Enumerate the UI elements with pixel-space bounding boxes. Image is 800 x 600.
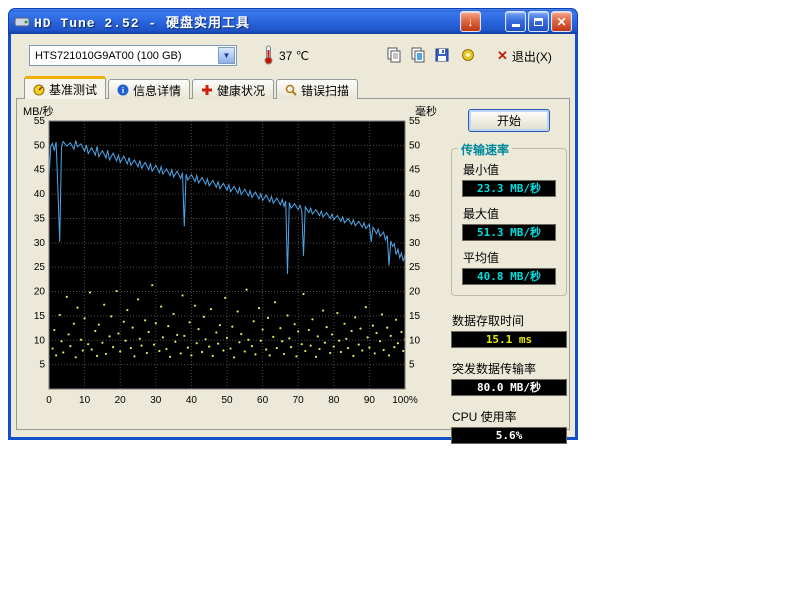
benchmark-chart-svg: 5555505045454040353530302525202015151010…	[21, 105, 439, 415]
svg-text:20: 20	[34, 287, 46, 298]
close-button[interactable]: ✕	[551, 11, 572, 32]
tab-bar: 基准测试 i 信息详情 健康状况 错误扫描	[24, 76, 575, 99]
min-label: 最小值	[463, 161, 556, 178]
cpu-usage-value: 5.6%	[451, 427, 567, 444]
max-value: 51.3 MB/秒	[462, 224, 556, 241]
svg-text:45: 45	[34, 165, 46, 176]
svg-text:10: 10	[409, 335, 421, 346]
tab-benchmark[interactable]: 基准测试	[24, 76, 106, 99]
toolbar: HTS721010G9AT00 (100 GB) ▼ 37 ℃ ✕ 退出(X	[11, 34, 575, 76]
benchmark-chart: 5555505045454040353530302525202015151010…	[21, 105, 439, 418]
svg-text:15: 15	[409, 311, 421, 322]
burst-rate-value: 80.0 MB/秒	[451, 379, 567, 396]
transfer-rate-group: 传输速率 最小值 23.3 MB/秒 最大值 51.3 MB/秒 平均值 40.…	[451, 148, 567, 296]
svg-text:45: 45	[409, 165, 421, 176]
avg-value: 40.8 MB/秒	[462, 268, 556, 285]
svg-text:30: 30	[150, 395, 162, 406]
svg-text:90: 90	[364, 395, 376, 406]
maximize-icon	[534, 18, 543, 26]
options-icon[interactable]	[457, 44, 479, 66]
tab-error-scan[interactable]: 错误扫描	[276, 79, 358, 99]
cpu-usage-label: CPU 使用率	[452, 408, 567, 425]
result-panel: 开始 传输速率 最小值 23.3 MB/秒 最大值 51.3 MB/秒 平均值 …	[451, 109, 567, 452]
tab-health[interactable]: 健康状况	[192, 79, 274, 99]
svg-text:35: 35	[409, 213, 421, 224]
exit-button[interactable]: ✕ 退出(X)	[497, 46, 552, 66]
copy-image-icon[interactable]	[407, 44, 429, 66]
drive-select-value: HTS721010G9AT00 (100 GB)	[30, 50, 217, 62]
exit-label: 退出(X)	[512, 48, 552, 65]
svg-text:毫秒: 毫秒	[415, 105, 437, 118]
max-label: 最大值	[463, 205, 556, 222]
hdtune-window: HD Tune 2.52 - 硬盘实用工具 ↓ ✕ HTS721010G9AT0…	[8, 8, 578, 440]
tab-error-scan-label: 错误扫描	[301, 82, 349, 99]
titlebar[interactable]: HD Tune 2.52 - 硬盘实用工具 ↓ ✕	[8, 8, 578, 34]
svg-text:40: 40	[186, 395, 198, 406]
access-time-label: 数据存取时间	[452, 312, 567, 329]
maximize-button[interactable]	[528, 11, 549, 32]
access-time-value: 15.1 ms	[451, 331, 567, 348]
svg-text:100%: 100%	[392, 395, 418, 406]
burst-rate-label: 突发数据传输率	[452, 360, 567, 377]
drive-select[interactable]: HTS721010G9AT00 (100 GB) ▼	[29, 45, 237, 66]
svg-text:MB/秒: MB/秒	[23, 105, 54, 118]
svg-text:30: 30	[409, 238, 421, 249]
svg-text:50: 50	[34, 140, 46, 151]
svg-text:20: 20	[409, 287, 421, 298]
benchmark-icon	[33, 84, 45, 96]
tab-info[interactable]: i 信息详情	[108, 79, 190, 99]
window-body: HTS721010G9AT00 (100 GB) ▼ 37 ℃ ✕ 退出(X	[8, 34, 578, 440]
svg-text:5: 5	[39, 360, 45, 371]
svg-text:15: 15	[34, 311, 46, 322]
chevron-down-icon[interactable]: ▼	[218, 47, 235, 64]
window-title: HD Tune 2.52 - 硬盘实用工具	[34, 12, 250, 31]
svg-text:40: 40	[34, 189, 46, 200]
app-icon[interactable]	[14, 14, 30, 30]
svg-text:50: 50	[221, 395, 233, 406]
thermometer-icon	[263, 45, 274, 68]
svg-text:80: 80	[328, 395, 340, 406]
svg-text:35: 35	[34, 213, 46, 224]
avg-label: 平均值	[463, 249, 556, 266]
magnifier-icon	[285, 84, 297, 96]
svg-text:5: 5	[409, 360, 415, 371]
svg-text:0: 0	[46, 395, 52, 406]
start-button[interactable]: 开始	[468, 109, 550, 132]
health-cross-icon	[201, 84, 213, 96]
svg-text:40: 40	[409, 189, 421, 200]
save-icon[interactable]	[431, 44, 453, 66]
svg-text:10: 10	[34, 335, 46, 346]
svg-text:20: 20	[115, 395, 127, 406]
minimize-icon	[512, 23, 520, 27]
temperature-value: 37 ℃	[279, 49, 309, 63]
exit-x-icon: ✕	[497, 48, 508, 64]
svg-text:50: 50	[409, 140, 421, 151]
svg-text:30: 30	[34, 238, 46, 249]
transfer-rate-title: 传输速率	[458, 141, 512, 158]
minimize-button[interactable]	[505, 11, 526, 32]
tab-benchmark-label: 基准测试	[49, 81, 97, 98]
svg-text:25: 25	[34, 262, 46, 273]
svg-text:70: 70	[293, 395, 305, 406]
svg-text:25: 25	[409, 262, 421, 273]
copy-text-icon[interactable]	[383, 44, 405, 66]
tray-button[interactable]: ↓	[460, 11, 481, 32]
tab-health-label: 健康状况	[217, 82, 265, 99]
benchmark-page: 5555505045454040353530302525202015151010…	[16, 98, 570, 430]
min-value: 23.3 MB/秒	[462, 180, 556, 197]
tab-info-label: 信息详情	[133, 82, 181, 99]
desktop: { "window": { "title": "HD Tune 2.52 - 硬…	[0, 0, 800, 600]
svg-text:10: 10	[79, 395, 91, 406]
window-controls: ↓ ✕	[460, 11, 572, 32]
info-icon: i	[117, 84, 129, 96]
svg-text:60: 60	[257, 395, 269, 406]
